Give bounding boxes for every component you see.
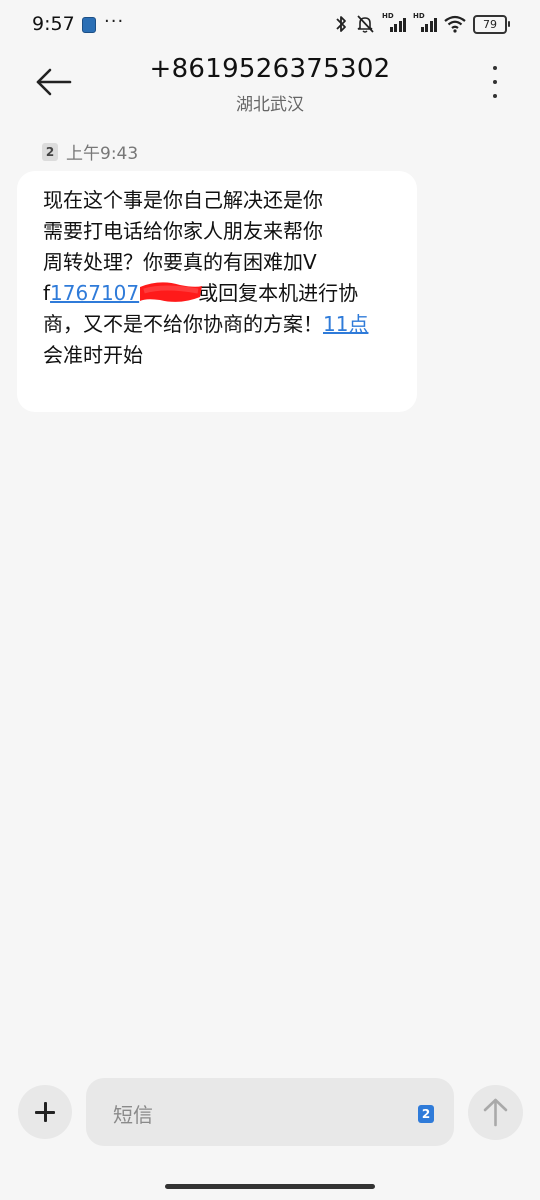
conversation-header: +8619526375302 湖北武汉 [0, 52, 540, 122]
message-timestamp: 2 上午9:43 [42, 139, 138, 164]
add-attachment-button[interactable] [18, 1085, 72, 1139]
message-input[interactable]: 短信 2 [86, 1078, 454, 1146]
home-indicator[interactable] [165, 1184, 375, 1189]
message-line: 商，又不是不给你协商的方案！11点 [43, 309, 397, 340]
contact-number: +8619526375302 [149, 54, 391, 84]
app-notification-icon [82, 17, 96, 33]
message-line: 会准时开始 [43, 343, 143, 367]
redaction-scribble [140, 282, 203, 303]
signal-sim2-icon: HD [413, 12, 437, 34]
dot-icon [493, 94, 497, 98]
dot-icon [493, 66, 497, 70]
status-time: 9:57 [32, 13, 75, 35]
signal-sim1-icon: HD [382, 12, 406, 34]
time-link[interactable]: 11点 [323, 312, 368, 336]
more-notifications-icon: ··· [104, 11, 125, 32]
message-line: 周转处理？你要真的有困难加V [43, 250, 317, 274]
sms-conversation-screen: 9:57 ··· HD HD 79 +8619526375302 湖北武汉 2 … [0, 0, 540, 1200]
phone-number-text: 1767107 [50, 281, 140, 305]
phone-number-link[interactable]: 1767107 [50, 281, 203, 305]
arrow-up-icon [483, 1098, 508, 1127]
message-body: 现在这个事是你自己解决还是你 需要打电话给你家人朋友来帮你 周转处理？你要真的有… [43, 185, 397, 371]
send-button[interactable] [468, 1085, 523, 1140]
line-text: 商，又不是不给你协商的方案！ [43, 312, 323, 336]
message-line: 需要打电话给你家人朋友来帮你 [43, 219, 323, 243]
message-input-placeholder: 短信 [113, 1103, 153, 1127]
status-bar: 9:57 ··· HD HD 79 [0, 0, 540, 52]
message-line: f1767107 或回复本机进行协 [43, 278, 397, 309]
sim-select-button[interactable]: 2 [418, 1105, 434, 1123]
wifi-icon [444, 14, 466, 34]
dot-icon [493, 80, 497, 84]
bluetooth-icon [334, 14, 348, 34]
more-options-button[interactable] [490, 66, 500, 98]
battery-icon: 79 [473, 14, 510, 34]
battery-level: 79 [473, 14, 507, 34]
mute-bell-icon [355, 14, 375, 34]
status-icons: HD HD 79 [334, 12, 510, 34]
line-prefix: f [43, 281, 51, 305]
sim-badge: 2 [42, 142, 58, 161]
message-time: 上午9:43 [66, 144, 139, 164]
message-line: 现在这个事是你自己解决还是你 [43, 188, 323, 212]
line-suffix: 或回复本机进行协 [198, 281, 359, 305]
contact-location: 湖北武汉 [236, 95, 304, 115]
message-bubble[interactable]: 现在这个事是你自己解决还是你 需要打电话给你家人朋友来帮你 周转处理？你要真的有… [17, 171, 417, 412]
